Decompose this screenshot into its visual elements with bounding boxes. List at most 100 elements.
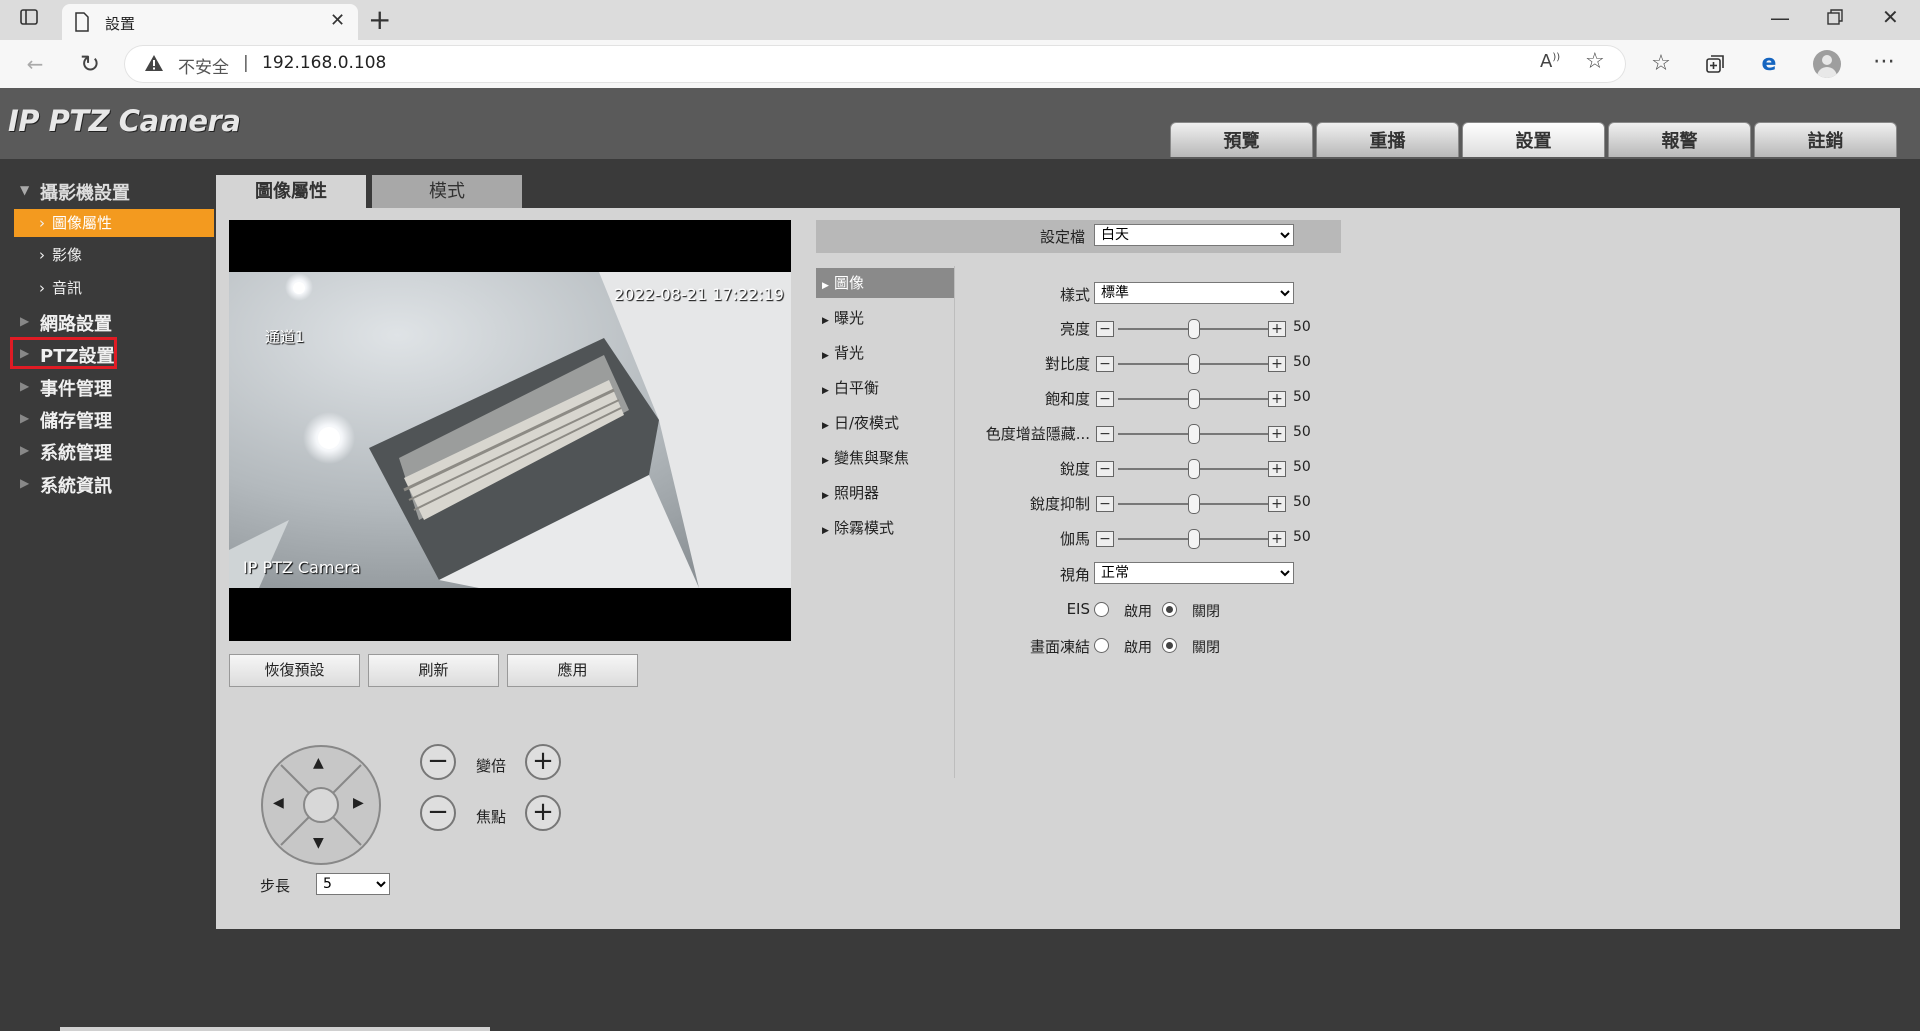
pan-right-icon[interactable]: ▶ [353,795,364,811]
slider-label: 伽馬 [1059,530,1090,548]
ptz-direction-pad[interactable]: ▲ ▼ ◀ ▶ [261,745,381,865]
style-label: 樣式 [1059,286,1090,304]
chevron-right-icon: › [39,279,45,297]
url-field[interactable]: 不安全 | 192.168.0.108 A)) ☆ [124,45,1626,83]
slider-value: 50 [1293,319,1311,335]
sidebar-section-3[interactable]: ▶ 儲存管理 [0,406,200,432]
submenu-item-7[interactable]: ▶ 除霧模式 [816,513,954,543]
nav-tab-label: 報警 [1661,131,1698,152]
submenu-item-5[interactable]: ▶ 變焦與聚焦 [816,443,954,473]
slider-decrease-icon[interactable]: − [1096,496,1114,512]
eis-enable-radio[interactable] [1094,602,1109,617]
pan-down-icon[interactable]: ▼ [313,835,324,851]
pan-center-button[interactable] [303,787,339,823]
minimize-icon[interactable]: — [1770,6,1790,30]
slider-label: 亮度 [1059,320,1090,338]
profile-icon[interactable] [1813,50,1841,78]
sidebar-section-5[interactable]: ▶ 系統資訊 [0,471,200,497]
slider-thumb[interactable] [1188,529,1200,549]
slider-thumb[interactable] [1188,354,1200,374]
sidebar-section-0[interactable]: ▶ 網路設置 [0,309,200,335]
slider-decrease-icon[interactable]: − [1096,356,1114,372]
submenu-item-1[interactable]: ▶ 曝光 [816,303,954,333]
expand-right-icon: ▶ [20,476,30,490]
submenu-item-3[interactable]: ▶ 白平衡 [816,373,954,403]
slider-increase-icon[interactable]: + [1268,496,1286,512]
slider-increase-icon[interactable]: + [1268,426,1286,442]
caret-right-icon: ▶ [822,281,829,291]
tab-image-properties[interactable]: 圖像屬性 [216,175,366,208]
nav-tab-3[interactable]: 報警 [1608,122,1751,157]
caret-right-icon: ▶ [822,316,829,326]
refresh-icon[interactable]: ↻ [75,49,105,79]
profile-select[interactable]: 白天 [1094,224,1294,246]
sidebar-camera-settings[interactable]: ▼ 攝影機設置 [0,178,200,204]
add-favorite-icon[interactable]: ☆ [1585,49,1605,74]
apply-button[interactable]: 應用 [507,654,638,687]
browser-tab[interactable]: 設置 ✕ [62,4,358,40]
window-close-icon[interactable]: ✕ [1882,5,1899,29]
focus-in-icon[interactable]: + [525,795,561,831]
view-select[interactable]: 正常 [1094,562,1294,584]
tab-mode[interactable]: 模式 [372,175,522,208]
back-icon[interactable]: ← [20,49,50,79]
nav-tab-label: 重播 [1369,131,1406,152]
nav-tab-1[interactable]: 重播 [1316,122,1459,157]
caret-right-icon: ▶ [822,421,829,431]
submenu-item-2[interactable]: ▶ 背光 [816,338,954,368]
slider-increase-icon[interactable]: + [1268,356,1286,372]
eis-disable-radio[interactable] [1162,602,1177,617]
zoom-out-icon[interactable]: − [420,744,456,780]
favorites-icon[interactable]: ☆ [1646,49,1676,79]
nav-tab-0[interactable]: 預覽 [1170,122,1313,157]
sidebar-sub-item-1[interactable]: › 影像 [14,241,214,269]
close-icon[interactable]: ✕ [330,10,345,31]
restore-icon[interactable] [1826,8,1844,30]
ie-mode-icon[interactable]: e [1754,49,1784,79]
slider-decrease-icon[interactable]: − [1096,426,1114,442]
slider-increase-icon[interactable]: + [1268,531,1286,547]
sidebar-icon[interactable] [14,5,44,35]
horizontal-scrollbar[interactable] [60,1027,490,1031]
submenu-item-label: 白平衡 [834,379,880,397]
sidebar-sub-item-0[interactable]: › 圖像屬性 [14,209,214,237]
video-preview[interactable]: 2022-08-21 17:22:19 通道1 IP PTZ Camera [229,220,791,641]
sidebar-sub-item-2[interactable]: › 音訊 [14,274,214,302]
slider-decrease-icon[interactable]: − [1096,531,1114,547]
slider-thumb[interactable] [1188,459,1200,479]
slider-value: 50 [1293,389,1311,405]
eis-disable-label: 關閉 [1192,604,1220,620]
pan-up-icon[interactable]: ▲ [313,755,324,771]
slider-increase-icon[interactable]: + [1268,391,1286,407]
more-icon[interactable]: ⋯ [1869,47,1899,77]
slider-thumb[interactable] [1188,424,1200,444]
submenu-item-6[interactable]: ▶ 照明器 [816,478,954,508]
slider-increase-icon[interactable]: + [1268,321,1286,337]
zoom-in-icon[interactable]: + [525,744,561,780]
focus-out-icon[interactable]: − [420,795,456,831]
submenu-item-4[interactable]: ▶ 日/夜模式 [816,408,954,438]
restore-default-button[interactable]: 恢復預設 [229,654,360,687]
slider-thumb[interactable] [1188,494,1200,514]
pan-left-icon[interactable]: ◀ [273,795,284,811]
submenu-item-0[interactable]: ▶ 圖像 [816,268,954,298]
slider-decrease-icon[interactable]: − [1096,391,1114,407]
slider-increase-icon[interactable]: + [1268,461,1286,477]
sidebar-section-2[interactable]: ▶ 事件管理 [0,374,200,400]
slider-label: 銳度 [1059,460,1090,478]
collections-icon[interactable] [1700,49,1730,79]
step-select[interactable]: 5 [316,873,390,895]
freeze-disable-radio[interactable] [1162,638,1177,653]
refresh-button[interactable]: 刷新 [368,654,499,687]
slider-thumb[interactable] [1188,389,1200,409]
new-tab-icon[interactable]: + [368,3,391,36]
nav-tab-4[interactable]: 註銷 [1754,122,1897,157]
sidebar-section-4[interactable]: ▶ 系統管理 [0,438,200,464]
style-select[interactable]: 標準 [1094,282,1294,304]
nav-tab-2[interactable]: 設置 [1462,122,1605,157]
read-aloud-icon[interactable]: A)) [1540,51,1560,72]
slider-decrease-icon[interactable]: − [1096,461,1114,477]
freeze-enable-radio[interactable] [1094,638,1109,653]
slider-thumb[interactable] [1188,319,1200,339]
slider-decrease-icon[interactable]: − [1096,321,1114,337]
